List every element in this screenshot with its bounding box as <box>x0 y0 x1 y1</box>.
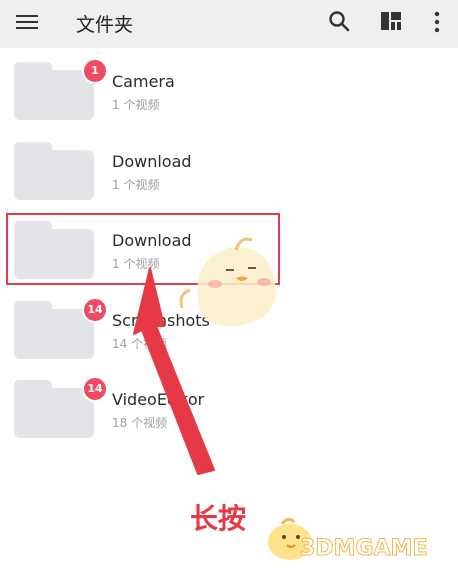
app-bar: 文件夹 <box>0 0 458 48</box>
folder-icon <box>14 142 94 200</box>
more-vert-icon[interactable] <box>432 11 442 33</box>
folder-video-count: 1 个视频 <box>112 98 160 112</box>
watermark-text: 3DMGAME <box>299 536 428 562</box>
menu-icon[interactable] <box>16 12 38 30</box>
folder-item-camera[interactable]: 1 Camera 1 个视频 <box>0 48 458 128</box>
folder-video-count: 14 个视频 <box>112 337 168 351</box>
folder-name: Download <box>112 152 192 171</box>
folder-name: VideoEditor <box>112 390 205 409</box>
unread-badge: 14 <box>82 297 108 323</box>
folder-name: Screenshots <box>112 311 210 330</box>
page-title: 文件夹 <box>76 14 134 36</box>
folder-name: Camera <box>112 72 175 91</box>
folder-item-videoeditor[interactable]: 14 VideoEditor 18 个视频 <box>0 366 458 446</box>
folder-video-count: 1 个视频 <box>112 178 160 192</box>
long-press-annotation: 长按 <box>190 502 247 535</box>
unread-badge: 1 <box>82 58 108 84</box>
unread-badge: 14 <box>82 376 108 402</box>
folder-item-download[interactable]: Download 1 个视频 <box>0 128 458 208</box>
search-icon[interactable] <box>328 10 350 32</box>
folder-video-count: 18 个视频 <box>112 416 168 430</box>
highlight-box <box>6 213 280 285</box>
grid-layout-icon[interactable] <box>380 11 402 31</box>
folder-item-screenshots[interactable]: 14 Screenshots 14 个视频 <box>0 287 458 367</box>
